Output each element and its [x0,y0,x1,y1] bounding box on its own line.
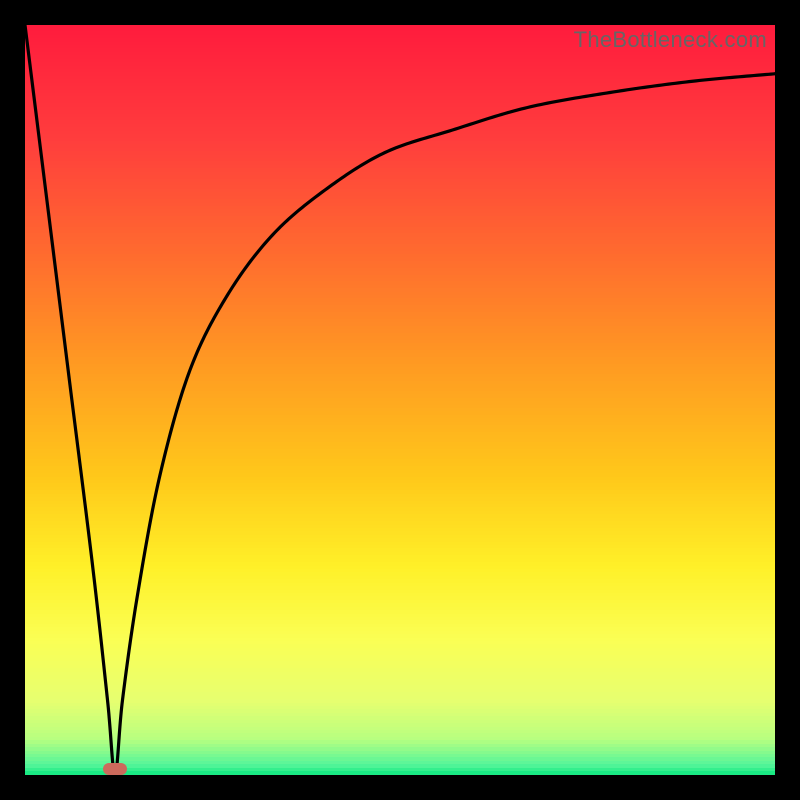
watermark-text: TheBottleneck.com [574,27,767,53]
plot-area: TheBottleneck.com [25,25,775,775]
bottleneck-curve [25,25,775,775]
chart-frame: TheBottleneck.com [0,0,800,800]
optimum-marker [103,763,127,775]
